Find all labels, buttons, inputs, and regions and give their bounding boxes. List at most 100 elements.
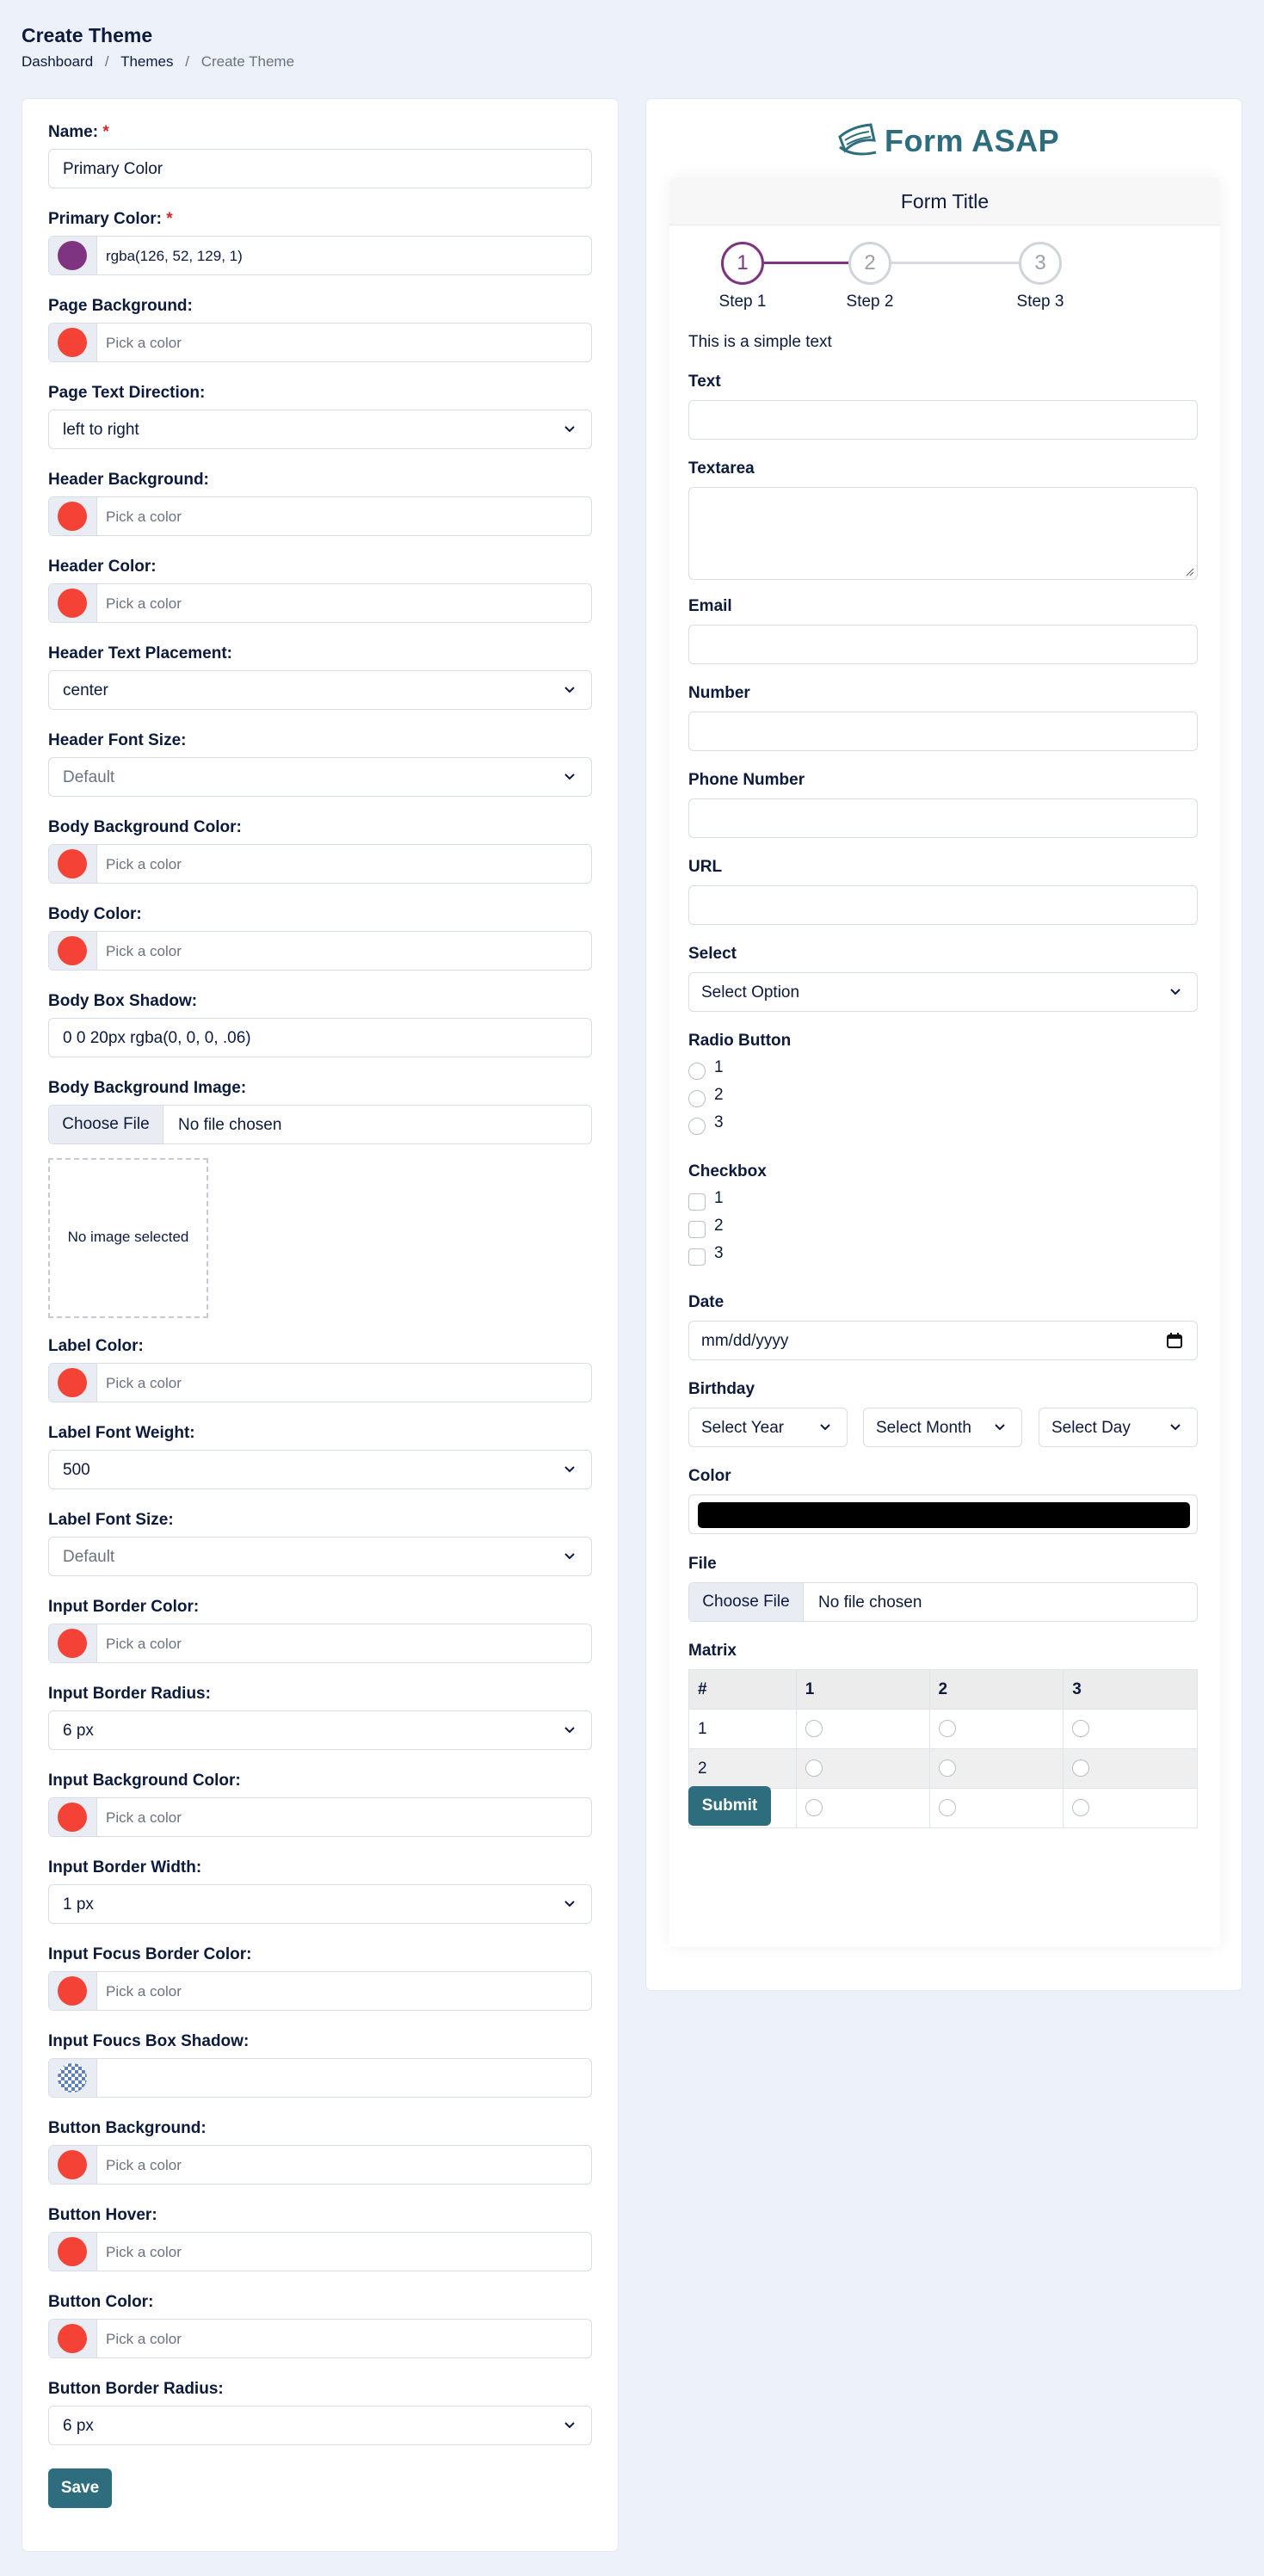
- button-color-picker[interactable]: Pick a color: [48, 2319, 592, 2358]
- checkbox[interactable]: [688, 1193, 706, 1211]
- textarea-input[interactable]: [688, 487, 1198, 580]
- matrix-row-label: 2: [688, 1748, 797, 1789]
- matrix-radio[interactable]: [805, 1799, 823, 1817]
- body-background-color-picker[interactable]: Pick a color: [48, 844, 592, 884]
- chevron-down-icon: [564, 1901, 575, 1907]
- matrix-radio[interactable]: [938, 1799, 956, 1817]
- button-border-radius-select[interactable]: 6 px: [48, 2406, 592, 2445]
- step-2-label: Step 2: [846, 293, 894, 311]
- save-button[interactable]: Save: [48, 2468, 112, 2508]
- resize-handle-icon[interactable]: [1184, 566, 1194, 576]
- checkbox[interactable]: [688, 1248, 706, 1266]
- select-dropdown[interactable]: Select Option: [688, 972, 1198, 1012]
- breadcrumb-current: Create Theme: [200, 53, 295, 70]
- input-border-radius-select[interactable]: 6 px: [48, 1710, 592, 1750]
- header-background-picker[interactable]: Pick a color: [48, 496, 592, 536]
- date-placeholder: mm/dd/yyyy: [701, 1332, 789, 1350]
- header-color-picker[interactable]: Pick a color: [48, 583, 592, 623]
- color-swatch-button[interactable]: [49, 1364, 97, 1402]
- color-swatch-button[interactable]: [49, 932, 97, 970]
- matrix-radio[interactable]: [805, 1720, 823, 1738]
- calendar-icon[interactable]: [1166, 1332, 1183, 1349]
- radio-button[interactable]: [688, 1063, 706, 1080]
- email-input[interactable]: [688, 625, 1198, 664]
- page-background-picker[interactable]: Pick a color: [48, 323, 592, 362]
- step-2-circle[interactable]: 2: [848, 242, 891, 285]
- breadcrumb-dashboard-link[interactable]: Dashboard: [22, 53, 93, 70]
- matrix-radio[interactable]: [938, 1720, 956, 1738]
- input-background-color-picker[interactable]: Pick a color: [48, 1797, 592, 1837]
- choose-file-button[interactable]: Choose File: [49, 1106, 163, 1143]
- logo-icon: [838, 123, 877, 156]
- label-font-size-label: Label Font Size:: [48, 1511, 174, 1529]
- color-swatch-button[interactable]: [49, 1624, 97, 1662]
- matrix-radio[interactable]: [805, 1759, 823, 1778]
- input-border-width-select[interactable]: 1 px: [48, 1884, 592, 1924]
- color-swatch-button[interactable]: [49, 1798, 97, 1836]
- birthday-day-select[interactable]: Select Day: [1039, 1408, 1198, 1447]
- phone-input[interactable]: [688, 798, 1198, 838]
- matrix-radio[interactable]: [1072, 1799, 1090, 1817]
- date-input[interactable]: mm/dd/yyyy: [688, 1321, 1198, 1360]
- step-1-circle[interactable]: 1: [721, 242, 764, 285]
- select-value: 6 px: [63, 2417, 94, 2435]
- name-input[interactable]: Primary Color: [48, 149, 592, 188]
- breadcrumb-themes-link[interactable]: Themes: [120, 53, 173, 70]
- color-swatch-button[interactable]: [49, 497, 97, 535]
- matrix-radio[interactable]: [938, 1759, 956, 1778]
- body-box-shadow-value: 0 0 20px rgba(0, 0, 0, .06): [63, 1029, 251, 1047]
- input-border-color-picker[interactable]: Pick a color: [48, 1624, 592, 1663]
- body-background-image-file-input[interactable]: Choose File No file chosen: [48, 1105, 592, 1144]
- file-input[interactable]: Choose File No file chosen: [688, 1582, 1198, 1622]
- color-placeholder: Pick a color: [106, 2331, 182, 2347]
- body-box-shadow-input[interactable]: 0 0 20px rgba(0, 0, 0, .06): [48, 1018, 592, 1057]
- birthday-year-select[interactable]: Select Year: [688, 1408, 848, 1447]
- choose-file-button[interactable]: Choose File: [689, 1583, 804, 1621]
- input-focus-box-shadow-picker[interactable]: [48, 2058, 592, 2098]
- step-connector-active: [764, 262, 848, 264]
- color-swatch-button[interactable]: [49, 237, 97, 274]
- color-swatch-button[interactable]: [49, 2146, 97, 2184]
- color-swatch-button[interactable]: [49, 845, 97, 883]
- color-swatch-button[interactable]: [49, 324, 97, 361]
- matrix-header: 1: [795, 1669, 930, 1710]
- url-input[interactable]: [688, 885, 1198, 925]
- label-font-weight-select[interactable]: 500: [48, 1450, 592, 1489]
- breadcrumb-separator: /: [104, 53, 109, 70]
- label-font-size-select[interactable]: Default: [48, 1537, 592, 1576]
- button-background-picker[interactable]: Pick a color: [48, 2145, 592, 2185]
- color-placeholder: Pick a color: [106, 1983, 182, 2000]
- header-font-size-select[interactable]: Default: [48, 757, 592, 797]
- color-swatch-button[interactable]: [49, 2059, 97, 2097]
- primary-color-picker[interactable]: rgba(126, 52, 129, 1): [48, 236, 592, 275]
- red-swatch: [58, 849, 87, 878]
- chevron-down-icon: [564, 773, 575, 780]
- number-input[interactable]: [688, 712, 1198, 751]
- body-color-picker[interactable]: Pick a color: [48, 931, 592, 971]
- page-text-direction-select[interactable]: left to right: [48, 410, 592, 449]
- matrix-header-row: # 1 2 3: [688, 1669, 1198, 1710]
- color-swatch-button[interactable]: [49, 2233, 97, 2271]
- button-hover-picker[interactable]: Pick a color: [48, 2232, 592, 2271]
- color-input[interactable]: [688, 1494, 1198, 1534]
- birthday-month-select[interactable]: Select Month: [863, 1408, 1022, 1447]
- radio-button[interactable]: [688, 1090, 706, 1107]
- header-text-placement-select[interactable]: center: [48, 670, 592, 710]
- radio-button[interactable]: [688, 1118, 706, 1135]
- chevron-down-icon: [564, 2422, 575, 2429]
- checkbox[interactable]: [688, 1221, 706, 1238]
- color-swatch-button[interactable]: [49, 2320, 97, 2357]
- submit-button[interactable]: Submit: [688, 1786, 771, 1826]
- step-3-circle[interactable]: 3: [1019, 242, 1062, 285]
- color-label: Color: [688, 1467, 731, 1485]
- color-swatch-button[interactable]: [49, 1972, 97, 2010]
- color-placeholder: Pick a color: [106, 856, 182, 872]
- matrix-radio[interactable]: [1072, 1720, 1090, 1738]
- select-value: Default: [63, 768, 115, 786]
- color-placeholder: Pick a color: [106, 1636, 182, 1652]
- label-color-picker[interactable]: Pick a color: [48, 1363, 592, 1402]
- input-focus-border-color-picker[interactable]: Pick a color: [48, 1971, 592, 2011]
- matrix-radio[interactable]: [1072, 1759, 1090, 1778]
- text-input[interactable]: [688, 400, 1198, 440]
- color-swatch-button[interactable]: [49, 584, 97, 622]
